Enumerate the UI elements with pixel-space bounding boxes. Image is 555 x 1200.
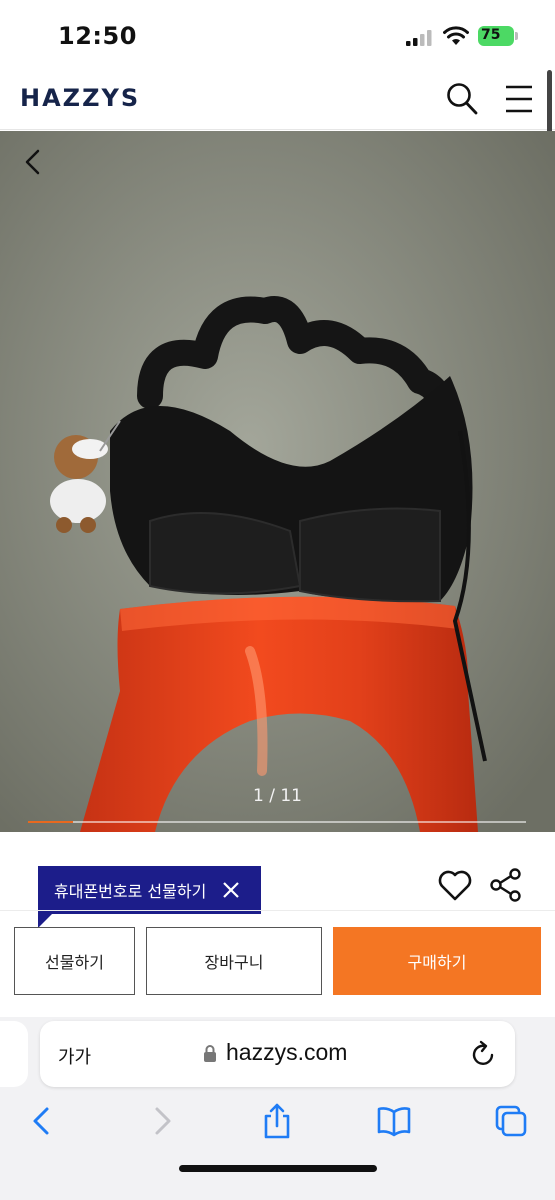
purchase-actions: 휴대폰번호로 선물하기 선물하기 장바구니 구매하기	[0, 832, 555, 1017]
product-photo	[0, 131, 555, 832]
forward-icon[interactable]	[144, 1103, 178, 1139]
gift-button[interactable]: 선물하기	[14, 927, 135, 995]
battery-level: 75	[478, 26, 514, 46]
wifi-icon	[443, 26, 469, 45]
browser-toolbar: 가가 hazzys.com	[0, 1017, 555, 1200]
gallery-progress-track	[28, 821, 526, 823]
battery-nub	[515, 32, 518, 40]
share-icon[interactable]	[260, 1103, 294, 1139]
gallery-progress-fill	[28, 821, 73, 823]
battery-percent: 75	[481, 27, 501, 43]
close-icon[interactable]	[221, 880, 241, 900]
site-header: HAZZYS	[0, 70, 555, 130]
back-arrow-icon[interactable]	[20, 147, 44, 177]
image-counter: 1 / 11	[253, 786, 302, 806]
battery-icon: 75	[478, 26, 518, 46]
share-icon[interactable]	[490, 868, 522, 902]
bookmarks-icon[interactable]	[377, 1103, 411, 1139]
menu-icon[interactable]	[505, 84, 533, 114]
back-icon[interactable]	[26, 1103, 60, 1139]
tabs-icon[interactable]	[494, 1103, 528, 1139]
cellular-signal-icon	[406, 30, 432, 46]
search-icon[interactable]	[446, 82, 478, 116]
heart-icon[interactable]	[438, 870, 472, 902]
reload-icon[interactable]	[471, 1040, 497, 1068]
previous-tab-preview[interactable]	[0, 1021, 28, 1087]
lock-icon	[204, 1045, 216, 1062]
product-image-gallery[interactable]: 1 / 11	[0, 131, 555, 832]
text-size-button[interactable]: 가가	[58, 1043, 91, 1069]
status-bar: 12:50 75	[0, 0, 555, 70]
gift-tooltip-text: 휴대폰번호로 선물하기	[54, 882, 207, 901]
buy-now-button[interactable]: 구매하기	[333, 927, 541, 995]
divider	[0, 910, 555, 911]
status-time: 12:50	[58, 22, 137, 50]
home-indicator[interactable]	[179, 1165, 377, 1172]
address-bar[interactable]: 가가 hazzys.com	[40, 1021, 515, 1087]
url-text[interactable]: hazzys.com	[226, 1039, 347, 1066]
add-to-cart-button[interactable]: 장바구니	[146, 927, 322, 995]
tooltip-tail	[38, 914, 52, 928]
brand-logo[interactable]: HAZZYS	[20, 84, 140, 112]
